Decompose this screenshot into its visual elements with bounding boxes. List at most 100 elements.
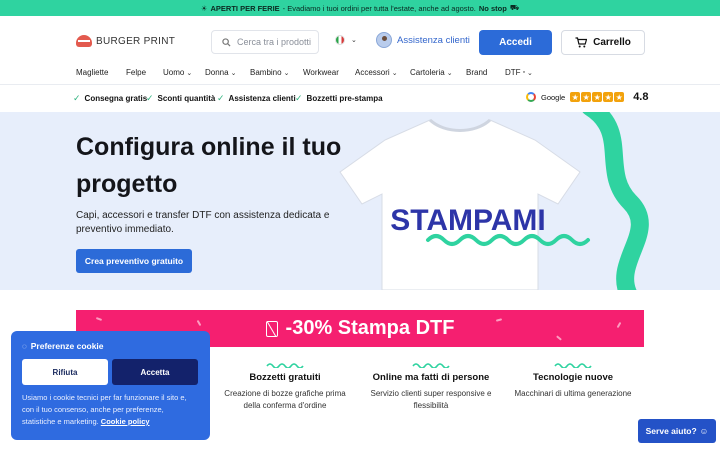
nav-label: Brand: [466, 68, 488, 77]
main-nav: Magliette Felpe Uomo ⌄ Donna ⌄ Bambino ⌄ Wo…: [0, 66, 720, 84]
usp-label: Sconti quantità: [157, 94, 216, 103]
banner-text: -30% Stampa DTF: [285, 317, 455, 339]
cookie-buttons: Rifiuta Accetta: [22, 359, 199, 385]
wave-icon: [412, 363, 450, 368]
site-logo[interactable]: BURGER PRINT: [76, 35, 175, 47]
hero-subtitle: Capi, accessori e transfer DTF con assis…: [76, 210, 330, 235]
star-icon: ★: [603, 92, 614, 102]
nav-item-donna[interactable]: Donna ⌄: [205, 68, 236, 77]
reject-cookies-button[interactable]: Rifiuta: [22, 359, 108, 385]
nav-label: Donna: [205, 68, 229, 77]
promo-text: - Evadiamo i tuoi ordini per tutta l'est…: [282, 3, 476, 13]
no-image-icon: [265, 320, 278, 337]
customer-service-link[interactable]: Assistenza clienti: [376, 32, 470, 48]
accept-cookies-button[interactable]: Accetta: [112, 359, 198, 385]
truck-icon: ⛟: [509, 3, 520, 12]
wave-icon: [554, 363, 592, 368]
nav-item-felpe[interactable]: Felpe: [126, 68, 146, 77]
cookie-policy-link[interactable]: Cookie policy: [101, 417, 150, 426]
promo-end: No stop: [478, 3, 507, 13]
usp-label: Consegna gratis: [84, 94, 148, 103]
cookie-header: ◌ Preferenze cookie: [22, 341, 199, 351]
promo-bold: APERTI PER FERIE: [210, 3, 280, 13]
nav-label: Uomo: [163, 68, 185, 77]
rating-stars: ★ ★ ★ ★ ★: [570, 92, 625, 102]
language-selector[interactable]: ⌄: [335, 35, 357, 45]
usp-bar: ✓ Consegna gratis ✓ Sconti quantità ✓ Assis…: [0, 85, 720, 112]
usp-item: ✓ Bozzetti pre-stampa: [295, 93, 383, 104]
feature-title: Online ma fatti di persone: [372, 372, 490, 383]
nav-label: Felpe: [126, 68, 147, 77]
nav-item-accessori[interactable]: Accessori ⌄: [355, 68, 398, 77]
hero-section: Configura online il tuo progetto Capi, a…: [0, 112, 720, 290]
wave-icon: [266, 363, 304, 368]
check-icon: ✓: [146, 93, 154, 103]
promo-bar: ☀ APERTI PER FERIE - Evadiamo i tuoi ord…: [0, 0, 720, 16]
search-input[interactable]: Cerca tra i prodotti: [211, 30, 319, 54]
cookie-text: Usiamo i cookie tecnici per far funziona…: [22, 392, 199, 428]
sun-icon: ☀: [200, 3, 208, 13]
usp-item: ✓ Assistenza clienti: [217, 93, 296, 104]
chevron-down-icon: ⌄: [527, 69, 533, 77]
image-icon: ▫: [522, 69, 526, 76]
nav-item-magliette[interactable]: Magliette: [76, 68, 108, 77]
feature-card: Online ma fatti di persone Servizio clie…: [366, 362, 496, 412]
chevron-down-icon: ⌄: [391, 69, 398, 77]
cart-button[interactable]: Carrello: [561, 30, 645, 55]
quote-cta-button[interactable]: Crea preventivo gratuito: [76, 249, 192, 273]
chevron-down-icon: ⌄: [230, 69, 237, 77]
usp-label: Bozzetti pre-stampa: [306, 94, 383, 103]
chevron-down-icon: ⌄: [186, 69, 193, 77]
feature-desc: Macchinari di ultima generazione: [514, 389, 632, 398]
nav-label: Accessori: [355, 68, 390, 77]
site-header: BURGER PRINT Cerca tra i prodotti ⌄ Assi…: [0, 16, 720, 66]
nav-item-uomo[interactable]: Uomo ⌄: [163, 68, 192, 77]
feature-title: Tecnologie nuove: [532, 372, 614, 383]
nav-label: Cartoleria: [410, 68, 445, 77]
nav-item-brand[interactable]: Brand: [466, 68, 487, 77]
google-rating[interactable]: Google ★ ★ ★ ★ ★ 4.8: [526, 91, 648, 103]
check-icon: ✓: [295, 93, 303, 103]
help-chat-button[interactable]: Serve aiuto? ☺: [638, 419, 716, 443]
login-button[interactable]: Accedi: [479, 30, 552, 55]
feature-card: Tecnologie nuove Macchinari di ultima ge…: [508, 362, 638, 400]
help-label: Serve aiuto?: [645, 426, 697, 436]
burger-logo-icon: [76, 35, 92, 47]
nav-label: Magliette: [76, 68, 109, 77]
nav-item-dtf[interactable]: DTF ▫ ⌄: [505, 68, 533, 77]
star-icon: ★: [592, 92, 603, 102]
cookie-title: Preferenze cookie: [30, 341, 104, 351]
cookie-icon: ◌: [22, 341, 27, 351]
usp-label: Assistenza clienti: [228, 94, 296, 103]
feature-desc: Creazione di bozze grafiche prima della …: [224, 389, 346, 410]
star-icon: ★: [581, 92, 592, 102]
assist-label: Assistenza clienti: [397, 34, 470, 46]
chat-icon: ☺: [699, 426, 709, 436]
chevron-down-icon: ⌄: [446, 69, 453, 77]
feature-desc: Servizio clienti super responsive e fles…: [370, 389, 492, 410]
google-icon: [526, 92, 536, 102]
cart-icon: [575, 37, 588, 48]
star-icon: ★: [570, 92, 581, 102]
nav-item-bambino[interactable]: Bambino ⌄: [250, 68, 289, 77]
tshirt-illustration: STAMPAMI: [339, 112, 649, 290]
usp-item: ✓ Consegna gratis: [73, 93, 147, 104]
cookie-consent-panel: ◌ Preferenze cookie Rifiuta Accetta Usia…: [11, 331, 210, 440]
assistant-avatar: [376, 32, 392, 48]
feature-title: Bozzetti gratuiti: [249, 372, 321, 383]
shirt-print-text: STAMPAMI: [390, 204, 546, 237]
logo-text: BURGER PRINT: [96, 35, 176, 47]
search-placeholder: Cerca tra i prodotti: [237, 37, 312, 47]
search-icon: [222, 37, 231, 47]
nav-item-workwear[interactable]: Workwear: [303, 68, 339, 77]
cart-label: Carrello: [593, 37, 631, 48]
chevron-down-icon: ⌄: [351, 37, 357, 44]
italy-flag-icon: [335, 35, 345, 45]
usp-item: ✓ Sconti quantità: [146, 93, 215, 104]
check-icon: ✓: [73, 93, 81, 103]
rating-score: 4.8: [633, 91, 649, 103]
chevron-down-icon: ⌄: [283, 69, 290, 77]
star-icon: ★: [614, 92, 625, 102]
nav-item-cartoleria[interactable]: Cartoleria ⌄: [410, 68, 453, 77]
rating-source: Google: [541, 92, 566, 102]
